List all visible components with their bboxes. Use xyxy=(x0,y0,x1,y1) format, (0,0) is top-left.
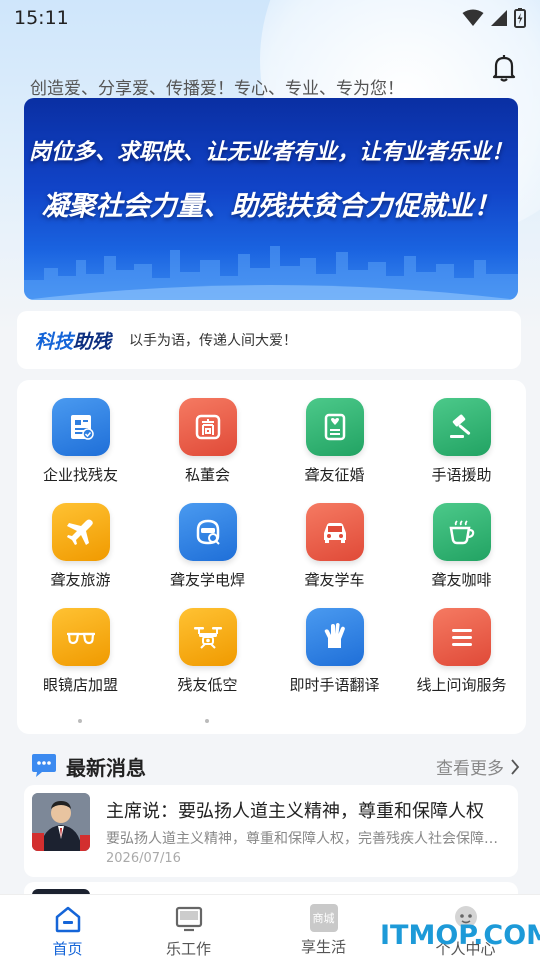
service-label: 眼镜店加盟 xyxy=(42,676,118,694)
news-section-title: 最新消息 xyxy=(66,755,146,780)
service-item-glasses[interactable]: 眼镜店加盟 xyxy=(17,608,144,695)
city-skyline-graphic xyxy=(24,246,518,300)
wifi-icon xyxy=(462,9,484,26)
tech-assist-desc: 以手为语，传递人间大爱！ xyxy=(129,333,298,349)
news-item[interactable]: 主席说：要弘扬人道主义精神，尊重和保障人权 要弘扬人道主义精神，尊重和保障人权，… xyxy=(24,785,518,877)
sign-language-icon xyxy=(305,608,364,666)
welding-mask-icon xyxy=(178,503,237,561)
gavel-icon xyxy=(432,398,491,456)
service-label: 手语援助 xyxy=(431,466,492,484)
menu-lines-icon xyxy=(432,608,491,666)
status-icons xyxy=(462,8,526,28)
tab-label: 乐工作 xyxy=(165,940,211,958)
tab-work[interactable]: 乐工作 xyxy=(121,895,256,960)
service-label: 聋友旅游 xyxy=(50,571,111,589)
status-time: 15:11 xyxy=(14,7,69,29)
car-icon xyxy=(305,503,364,561)
news-section-header: 最新消息 查看更多 xyxy=(30,750,520,782)
service-label: 聋友咖啡 xyxy=(431,571,492,589)
tab-life[interactable]: 商城 享生活 xyxy=(256,895,391,960)
watermark-text: ITMOP.COM xyxy=(380,920,540,951)
tech-assist-card[interactable]: 科技助残 以手为语，传递人间大爱！ xyxy=(17,311,521,369)
service-item-low-altitude[interactable]: 残友低空 xyxy=(144,608,271,695)
tech-assist-title: 科技助残 xyxy=(35,330,112,353)
service-item-private-board[interactable]: 私董会 xyxy=(144,398,271,485)
banner-line-2: 凝聚社会力量、助残扶贫合力促就业！ xyxy=(41,191,501,222)
chevron-right-icon xyxy=(511,758,520,775)
service-item-legal-aid[interactable]: 手语援助 xyxy=(398,398,525,485)
airplane-icon xyxy=(51,503,110,561)
service-item-welding[interactable]: 聋友学电焊 xyxy=(144,503,271,590)
id-card-icon xyxy=(51,398,110,456)
service-item-marriage[interactable]: 聋友征婚 xyxy=(271,398,398,485)
view-more-label: 查看更多 xyxy=(436,759,504,779)
heart-document-icon xyxy=(305,398,364,456)
service-label: 聋友学车 xyxy=(304,571,365,589)
service-label: 企业找残友 xyxy=(42,466,118,484)
service-item-travel[interactable]: 聋友旅游 xyxy=(17,503,144,590)
tab-home[interactable]: 首页 xyxy=(0,895,135,960)
news-summary: 要弘扬人道主义精神，尊重和保障人权，完善残疾人社会保障制度和关爱服务体系 xyxy=(106,831,506,847)
service-item-online-inquiry[interactable]: 线上问询服务 xyxy=(398,608,525,695)
battery-icon xyxy=(514,8,526,28)
coffee-cup-icon xyxy=(432,503,491,561)
status-bar: 15:11 xyxy=(0,0,540,36)
news-headline: 主席说：要弘扬人道主义精神，尊重和保障人权 xyxy=(106,801,484,822)
service-label: 线上问询服务 xyxy=(416,676,507,694)
service-label: 即时手语翻译 xyxy=(289,676,380,694)
service-item-sign-translation[interactable]: 即时手语翻译 xyxy=(271,608,398,695)
shang-seal-icon xyxy=(178,398,237,456)
message-icon xyxy=(32,754,56,777)
glasses-icon xyxy=(51,608,110,666)
header-slogan: 创造爱、分享爱、传播爱！专心、专业、专为您！ xyxy=(30,79,404,99)
page-indicator xyxy=(78,719,209,723)
service-grid: 企业找残友 私董会 聋友征婚 手语援助 聋友旅游 聋友学电焊 聋友学车 聋友咖啡… xyxy=(17,380,526,734)
view-more-link[interactable]: 查看更多 xyxy=(436,754,520,779)
mall-icon: 商城 xyxy=(309,904,338,932)
service-label: 残友低空 xyxy=(177,676,238,694)
monitor-icon xyxy=(175,906,202,932)
news-thumbnail xyxy=(32,793,90,851)
news-date: 2026/07/16 xyxy=(106,851,181,866)
service-label: 聋友征婚 xyxy=(304,466,365,484)
service-item-enterprise[interactable]: 企业找残友 xyxy=(17,398,144,485)
tab-label: 享生活 xyxy=(300,938,346,956)
service-item-driving[interactable]: 聋友学车 xyxy=(271,503,398,590)
notification-bell-icon[interactable] xyxy=(488,52,520,84)
promo-banner[interactable]: 岗位多、求职快、让无业者有业，让有业者乐业！ 凝聚社会力量、助残扶贫合力促就业！ xyxy=(24,98,518,300)
drone-icon xyxy=(178,608,237,666)
tab-label: 首页 xyxy=(52,940,83,958)
signal-icon xyxy=(491,10,507,26)
banner-line-1: 岗位多、求职快、让无业者有业，让有业者乐业！ xyxy=(28,140,513,165)
home-icon xyxy=(55,906,80,933)
service-label: 聋友学电焊 xyxy=(169,571,245,589)
service-item-coffee[interactable]: 聋友咖啡 xyxy=(398,503,525,590)
service-label: 私董会 xyxy=(184,466,230,484)
